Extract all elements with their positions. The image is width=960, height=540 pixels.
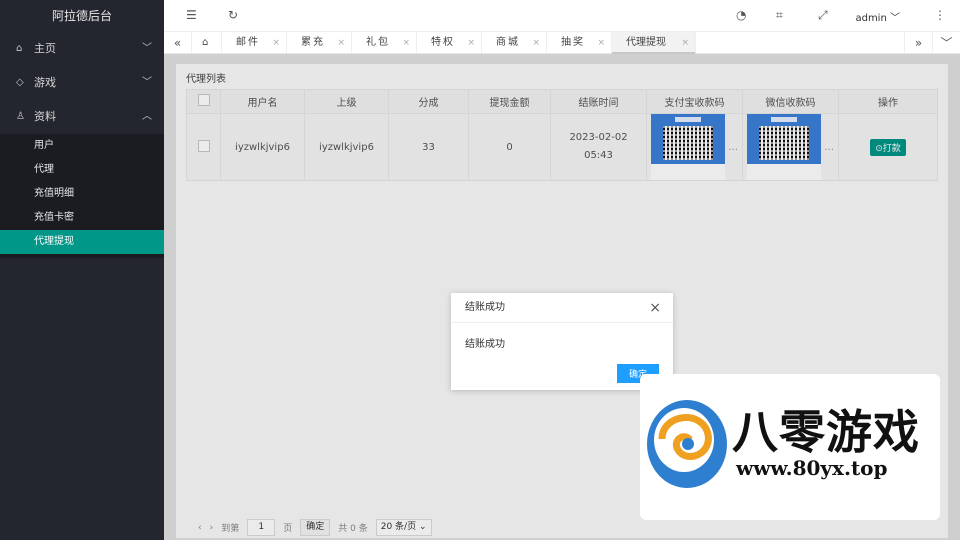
user-group-icon: ♙ [16, 111, 25, 122]
close-icon[interactable]: × [337, 32, 345, 54]
top-header: ☰ ↻ ◔ ⌗ ⤢ admin ﹀ ⋮ [164, 0, 960, 32]
watermark-title: 八零游戏 [732, 405, 920, 459]
sidebar-item-label: 主页 [34, 42, 56, 55]
tab-gift[interactable]: 礼包 × [352, 32, 417, 53]
sidebar-item-recharge-detail[interactable]: 充值明细 [0, 182, 164, 206]
more-icon[interactable]: ⋮ [934, 8, 946, 22]
tabs-scroll-left-icon[interactable]: « [164, 32, 192, 53]
sidebar-item-label: 游戏 [34, 76, 56, 89]
chevron-down-icon: ﹀ [890, 13, 900, 24]
menu-collapse-icon[interactable]: ☰ [186, 8, 197, 22]
tab-label: 商城 [496, 37, 520, 48]
home-icon: ⌂ [16, 43, 23, 54]
chevron-up-icon: ︿ [142, 111, 152, 122]
sidebar-item-agents[interactable]: 代理 [0, 158, 164, 182]
sidebar-item-users[interactable]: 用户 [0, 134, 164, 158]
sidebar-item-data[interactable]: ♙ 资料 ︿ [0, 100, 164, 134]
chevron-down-icon: ﹀ [142, 77, 152, 88]
tab-label: 抽奖 [561, 37, 585, 48]
watermark-url: www.80yx.top [736, 456, 888, 480]
chevron-down-icon[interactable]: ﹀ [932, 32, 960, 54]
close-icon[interactable]: × [681, 32, 689, 54]
close-icon[interactable]: × [532, 32, 540, 54]
close-icon[interactable]: × [402, 32, 410, 54]
user-menu[interactable]: admin ﹀ [855, 9, 900, 24]
refresh-icon[interactable]: ↻ [228, 8, 238, 22]
close-icon[interactable]: × [272, 32, 280, 54]
dialog-header: 结账成功 × [451, 293, 673, 323]
tab-label: 邮件 [236, 37, 260, 48]
tab-shop[interactable]: 商城 × [482, 32, 547, 53]
tab-privilege[interactable]: 特权 × [417, 32, 482, 53]
sidebar-item-recharge-cards[interactable]: 充值卡密 [0, 206, 164, 230]
tab-agent-withdraw[interactable]: 代理提现 × [612, 32, 696, 54]
sidebar-item-agent-withdraw[interactable]: 代理提现 [0, 230, 164, 254]
success-dialog: 结账成功 × 结账成功 确定 [451, 293, 673, 390]
diamond-icon: ◇ [16, 77, 24, 88]
tab-label: 礼包 [366, 37, 390, 48]
swirl-logo-icon [647, 400, 727, 488]
sidebar-item-home[interactable]: ⌂ 主页 ﹀ [0, 32, 164, 66]
dialog-message: 结账成功 [465, 339, 505, 350]
tab-cumulative[interactable]: 累充 × [287, 32, 352, 53]
sidebar-item-label: 资料 [34, 110, 56, 123]
sidebar-item-games[interactable]: ◇ 游戏 ﹀ [0, 66, 164, 100]
tab-home[interactable]: ⌂ [192, 32, 222, 53]
chevron-down-icon: ﹀ [142, 43, 152, 54]
close-icon[interactable]: × [649, 293, 661, 323]
dialog-title: 结账成功 [465, 302, 505, 313]
tab-bar-controls: » ﹀ [904, 32, 960, 54]
tab-bar: « ⌂ 邮件 × 累充 × 礼包 × 特权 × 商城 × 抽奖 × 代理提现 × » ﹀ [164, 32, 960, 54]
close-icon[interactable]: × [597, 32, 605, 54]
sidebar-subnav: 用户 代理 充值明细 充值卡密 代理提现 [0, 134, 164, 258]
tab-label: 累充 [301, 37, 325, 48]
tabs-scroll-right-icon[interactable]: » [904, 32, 932, 54]
tab-label: 代理提现 [626, 37, 666, 48]
tab-mail[interactable]: 邮件 × [222, 32, 287, 53]
fullscreen-icon[interactable]: ⤢ [818, 8, 828, 23]
home-icon: ⌂ [202, 37, 209, 48]
tab-lottery[interactable]: 抽奖 × [547, 32, 612, 53]
brand-title: 阿拉德后台 [51, 9, 112, 23]
sidebar: 阿拉德后台 ⌂ 主页 ﹀ ◇ 游戏 ﹀ ♙ 资料 ︿ 用户 代理 充值明细 充值… [0, 0, 164, 540]
tag-icon[interactable]: ⌗ [776, 8, 783, 23]
close-icon[interactable]: × [467, 32, 475, 54]
theme-icon[interactable]: ◔ [736, 8, 746, 22]
watermark: 八零游戏 www.80yx.top [640, 374, 940, 520]
username-label: admin [855, 13, 887, 24]
tab-label: 特权 [431, 37, 455, 48]
